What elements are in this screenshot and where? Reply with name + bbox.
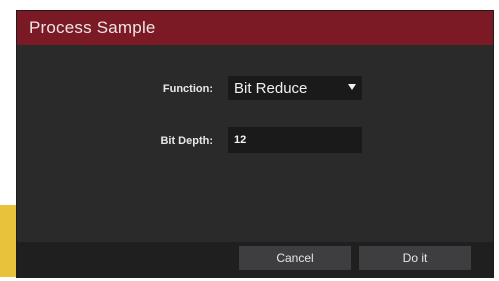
background-accent-strip bbox=[0, 205, 16, 277]
chevron-down-icon bbox=[348, 84, 356, 90]
dialog-titlebar: Process Sample bbox=[17, 11, 493, 45]
function-select[interactable]: Bit Reduce bbox=[228, 76, 362, 100]
function-select-value: Bit Reduce bbox=[234, 80, 308, 97]
do-it-button[interactable]: Do it bbox=[359, 246, 471, 270]
dialog-title: Process Sample bbox=[29, 18, 156, 37]
cancel-button[interactable]: Cancel bbox=[239, 246, 351, 270]
function-label: Function: bbox=[162, 83, 213, 95]
process-sample-dialog: Process Sample Function: Bit Reduce Bit … bbox=[16, 10, 494, 278]
bit-depth-value: 12 bbox=[234, 134, 247, 146]
bit-depth-field[interactable]: 12 bbox=[228, 127, 362, 153]
bit-depth-label: Bit Depth: bbox=[160, 135, 213, 147]
